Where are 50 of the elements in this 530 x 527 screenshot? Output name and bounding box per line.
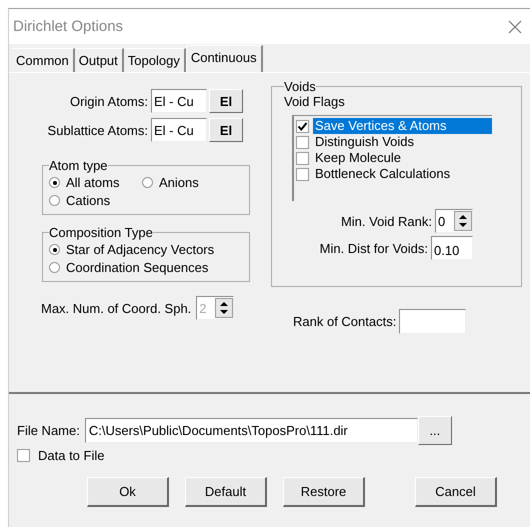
list-title: Void Flags [284,94,346,109]
element-button[interactable]: El [209,118,243,142]
checkbox[interactable] [296,168,309,180]
checkbox[interactable] [296,120,309,132]
window-title: Dirichlet Options [13,18,124,35]
flag-item[interactable]: Keep Molecule [296,150,492,166]
tab[interactable]: Topology [124,48,186,72]
spin-field[interactable]: 0 [435,209,473,233]
radio-icon[interactable] [49,262,60,273]
radio-option[interactable]: All atoms [49,175,139,190]
radio-icon[interactable] [49,244,60,255]
field-label: Rank of Contacts: [293,314,396,329]
input-field[interactable]: El - Cu [151,118,207,142]
field-label: Min. Dist for Voids: [320,240,428,256]
radio-option[interactable]: Anions [142,175,232,190]
field-label: Sublattice Atoms: [46,122,149,138]
checkbox[interactable] [296,136,309,148]
input-field[interactable]: 0.10 [431,236,473,260]
flag-item[interactable]: Distinguish Voids [296,134,492,150]
dialog-button[interactable]: Ok [87,477,169,507]
dialog-button[interactable]: Restore [283,477,365,507]
field-label: File Name: [17,423,80,438]
dialog-button[interactable]: Cancel [415,477,497,507]
element-button[interactable]: El [209,89,243,113]
radio-icon[interactable] [49,195,60,206]
tab[interactable]: Output [74,48,124,72]
radio-option[interactable]: Coordination Sequences [49,260,243,275]
input-field[interactable]: El - Cu [151,89,207,113]
tab[interactable]: Continuous [186,45,263,72]
radio-option[interactable]: Cations [49,193,139,208]
input-field[interactable]: C:\Users\Public\Documents\ToposPro\111.dir [84,418,418,443]
field-label: Min. Void Rank: [340,214,432,228]
close-icon[interactable] [508,20,522,34]
spin-arrows-icon[interactable] [454,211,472,231]
input-field[interactable] [399,309,466,334]
group-title: Composition Type [49,225,153,240]
checkbox-option[interactable]: Data to File [17,448,530,463]
checkbox[interactable] [296,152,309,164]
browse-button[interactable]: ... [418,416,452,445]
field-label: Max. Num. of Coord. Sph. [41,300,192,316]
flag-item[interactable]: Bottleneck Calculations [296,166,492,182]
dialog-button[interactable]: Default [185,477,267,507]
group-title: Atom type [49,158,108,173]
group-title: Voids [284,79,316,94]
tab[interactable]: Common [12,48,75,72]
radio-icon[interactable] [142,177,153,188]
radio-option[interactable]: Star of Adjacency Vectors [49,242,243,257]
radio-icon[interactable] [49,177,60,188]
checkbox[interactable] [17,449,30,462]
field-label: Origin Atoms: [68,94,149,108]
